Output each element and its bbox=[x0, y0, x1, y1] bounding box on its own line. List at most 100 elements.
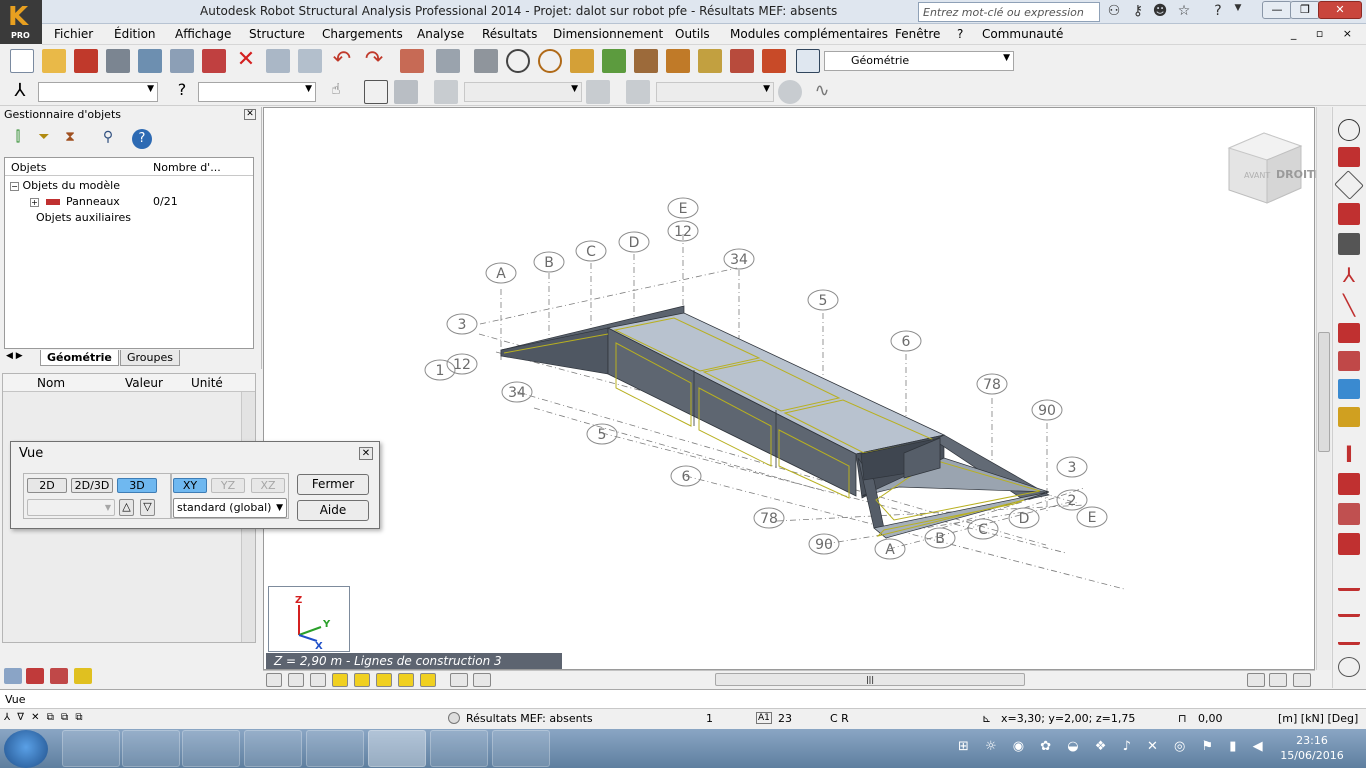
robot-app-icon[interactable] bbox=[368, 730, 426, 767]
menu-modules[interactable]: Modules complémentaires bbox=[730, 27, 888, 41]
tree-item-model-objects[interactable]: − Objets du modèle bbox=[10, 179, 120, 192]
menu-fichier[interactable]: Fichier bbox=[54, 27, 93, 41]
nodes-icon[interactable] bbox=[1338, 119, 1360, 141]
view-level-combo[interactable]: ▼ bbox=[27, 499, 115, 516]
utorrent-icon[interactable] bbox=[306, 730, 364, 767]
aide-button[interactable]: Aide bbox=[297, 500, 369, 521]
status-field-1[interactable]: 1 bbox=[706, 712, 713, 725]
geometry-icon[interactable]: ⅄ bbox=[1338, 263, 1360, 287]
thickness-icon[interactable] bbox=[74, 668, 92, 684]
menu-help[interactable]: ? bbox=[957, 27, 963, 41]
btn-xz[interactable]: XZ bbox=[251, 478, 285, 493]
moving-load-icon[interactable] bbox=[1338, 625, 1360, 645]
solid-icon[interactable] bbox=[1338, 533, 1360, 555]
view-cube[interactable]: AVANT DROITE bbox=[1227, 132, 1316, 204]
line-icon[interactable]: ╲ bbox=[1338, 293, 1360, 317]
selection-tools-icon[interactable]: ⅄ ∇ ✕ ⧉ ⧉ ⧉ bbox=[4, 712, 85, 723]
properties-icon[interactable] bbox=[4, 668, 22, 684]
loads-display-icon[interactable] bbox=[332, 673, 348, 687]
btn-2d3d[interactable]: 2D/3D bbox=[71, 478, 113, 493]
projection-select[interactable]: standard (global) ▼ bbox=[173, 498, 287, 518]
btn-3d[interactable]: 3D bbox=[117, 478, 157, 493]
col-objects[interactable]: Objets bbox=[11, 161, 47, 174]
print-icon[interactable] bbox=[106, 49, 130, 73]
structure-model-icon[interactable] bbox=[730, 49, 754, 73]
layout-icon[interactable] bbox=[796, 49, 820, 73]
clock[interactable]: 23:16 15/06/2016 bbox=[1274, 733, 1350, 763]
menu-structure[interactable]: Structure bbox=[249, 27, 305, 41]
col-value[interactable]: Valeur bbox=[125, 376, 163, 390]
delete-icon[interactable]: ✕ bbox=[234, 49, 258, 73]
combination-icon[interactable] bbox=[626, 80, 650, 104]
layout-select[interactable]: Géométrie ▼ bbox=[824, 51, 1014, 71]
section-icon[interactable] bbox=[634, 49, 658, 73]
load-case-icon[interactable] bbox=[586, 80, 610, 104]
open-folder-icon[interactable] bbox=[42, 49, 66, 73]
menu-outils[interactable]: Outils bbox=[675, 27, 710, 41]
star-icon[interactable]: ☆ bbox=[1174, 3, 1194, 21]
node-selection-combo[interactable]: ▼ bbox=[38, 82, 158, 102]
panels-display-icon[interactable] bbox=[398, 673, 414, 687]
releases-display-icon[interactable] bbox=[376, 673, 392, 687]
loads-distribution-icon[interactable] bbox=[1338, 569, 1360, 591]
vertical-scrollbar[interactable] bbox=[1316, 107, 1331, 670]
status-field-3[interactable]: C R bbox=[830, 712, 849, 725]
view-options-icon[interactable] bbox=[1269, 673, 1287, 687]
case-icon[interactable]: A1 bbox=[756, 712, 772, 724]
menu-dimensionnement[interactable]: Dimensionnement bbox=[553, 27, 663, 41]
tab-scroll-icon[interactable]: ◀ ▶ bbox=[6, 351, 23, 361]
search-icon[interactable]: ⚲ bbox=[98, 129, 118, 149]
load-definition-icon[interactable] bbox=[1338, 597, 1360, 617]
mdi-window-buttons[interactable]: _ ▫ × bbox=[1291, 27, 1360, 40]
supports-icon[interactable] bbox=[1338, 203, 1360, 225]
table-icon[interactable] bbox=[436, 49, 460, 73]
paste-icon[interactable] bbox=[298, 49, 322, 73]
app-logo[interactable]: K PRO bbox=[0, 0, 42, 44]
bar-selection-combo[interactable]: ▼ bbox=[198, 82, 316, 102]
i-beam-icon[interactable]: I bbox=[1338, 443, 1360, 468]
new-file-icon[interactable] bbox=[10, 49, 34, 73]
btn-yz[interactable]: YZ bbox=[211, 478, 245, 493]
mesh-icon[interactable] bbox=[602, 49, 626, 73]
system-tray-icons[interactable]: ⊞ ☼ ◉ ✿ ◒ ❖ ♪ ✕ ◎ ⚑ ▮ ◀ bbox=[958, 739, 1269, 754]
sections-icon[interactable] bbox=[1338, 147, 1360, 167]
modal-icon[interactable] bbox=[778, 80, 802, 104]
scrollbar-thumb[interactable] bbox=[1318, 332, 1330, 452]
panel-icon[interactable] bbox=[1338, 323, 1360, 343]
collapse-icon[interactable]: − bbox=[10, 182, 19, 191]
node-select-icon[interactable]: ⅄ bbox=[8, 80, 32, 104]
binoculars-icon[interactable]: ⚇ bbox=[1104, 3, 1124, 21]
calendar-app-icon[interactable] bbox=[430, 730, 488, 767]
menu-communaute[interactable]: Communauté bbox=[982, 27, 1063, 41]
rotate-view-icon[interactable] bbox=[1293, 673, 1311, 687]
angle-value[interactable]: 0,00 bbox=[1198, 712, 1223, 725]
horizontal-scrollbar[interactable]: ||| bbox=[715, 673, 1025, 686]
panel-props-icon[interactable] bbox=[26, 668, 44, 684]
print-preview-icon[interactable] bbox=[138, 49, 162, 73]
loads-icon[interactable] bbox=[698, 49, 722, 73]
display-attributes-icon[interactable] bbox=[473, 673, 491, 687]
bar-select-icon[interactable]: ? bbox=[170, 80, 194, 104]
excel-icon[interactable] bbox=[492, 730, 550, 767]
col-count[interactable]: Nombre d'... bbox=[153, 161, 221, 174]
node-numbers-icon[interactable] bbox=[266, 673, 282, 687]
people-icon[interactable]: ☻ bbox=[1150, 3, 1170, 21]
menu-affichage[interactable]: Affichage bbox=[175, 27, 231, 41]
cuts-icon[interactable] bbox=[666, 49, 690, 73]
menu-chargements[interactable]: Chargements bbox=[322, 27, 403, 41]
restore-button[interactable]: ❐ bbox=[1290, 1, 1320, 19]
tab-geometrie[interactable]: Géométrie bbox=[40, 350, 119, 366]
units[interactable]: [m] [kN] [Deg] bbox=[1278, 712, 1358, 725]
redo-icon[interactable]: ↷ bbox=[362, 49, 386, 73]
zoom-window-icon[interactable] bbox=[538, 49, 562, 73]
chevron-down-icon[interactable]: ▼ bbox=[1228, 3, 1248, 21]
undo-icon[interactable]: ↶ bbox=[330, 49, 354, 73]
tree-item-aux-objects[interactable]: Objets auxiliaires bbox=[36, 211, 131, 224]
help-icon[interactable]: ? bbox=[132, 129, 152, 149]
bar-numbers-icon[interactable] bbox=[288, 673, 304, 687]
zoom-icon[interactable] bbox=[506, 49, 530, 73]
tab-groupes[interactable]: Groupes bbox=[120, 350, 180, 366]
slab-icon[interactable] bbox=[1338, 351, 1360, 371]
climate-load-icon[interactable] bbox=[1338, 657, 1360, 677]
col-name[interactable]: Nom bbox=[37, 376, 65, 390]
